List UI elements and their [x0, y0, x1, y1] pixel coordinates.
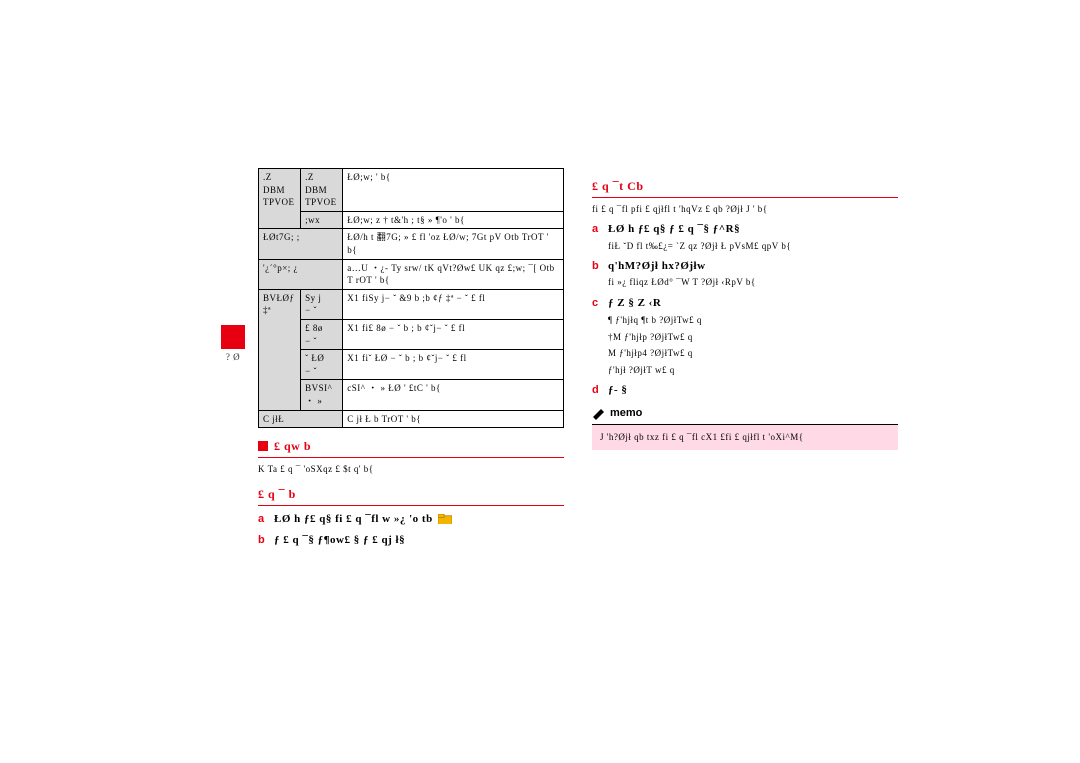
right-column: £ q ¯t Cb fi £ q ¯fl pfi £ qjłfl t 'hqVz…	[592, 168, 898, 549]
table-row: C jłŁC jł Ł b TrOT ' b{	[259, 410, 564, 428]
table-cell: X1 fi£ 8ø − ˇ b ; b ¢ˇj− ˇ £ fl	[343, 319, 564, 349]
side-tab-label: ? Ø	[218, 351, 248, 364]
step-text: ƒ Z § Z ‹R	[608, 296, 898, 311]
table-row: .Z DBM TPVOE.Z DBM TPVOEŁØ;w; ' b{	[259, 169, 564, 212]
table-row: ;wxŁØ;w; z † t&'h ; t§ » ¶'o ' b{	[259, 211, 564, 229]
step-text: ƒ- §	[608, 383, 898, 398]
step-c-sub-2: M ƒ'hjłp4 ?ØjłTw£ q	[608, 346, 898, 360]
step-right-d: d ƒ- §	[592, 383, 898, 398]
memo-body: J 'h?Øjł qb txz fi £ q ¯fl cX1 £fi £ qjł…	[592, 425, 898, 451]
table-cell: ŁØ;w; z † t&'h ; t§ » ¶'o ' b{	[343, 211, 564, 229]
heading-left-1: £ qw b	[258, 438, 564, 458]
memo-label: memo	[610, 406, 642, 421]
table-row: ˇ ŁØ − ˇX1 fiˇ ŁØ − ˇ b ; b ¢ˇj− ˇ £ fl	[259, 350, 564, 380]
left-column: .Z DBM TPVOE.Z DBM TPVOEŁØ;w; ' b{;wxŁØ;…	[258, 168, 564, 549]
table-cell: Sy j − ˇ	[301, 289, 343, 319]
table-cell: C jł Ł b TrOT ' b{	[343, 410, 564, 428]
pencil-icon	[592, 408, 606, 420]
table-cell: ;wx	[301, 211, 343, 229]
table-cell: a…U ・¿- Ty srw/ tK qVt?Øw£ UK qz £;w; ¯[…	[343, 259, 564, 289]
step-left-a: a ŁØ h ƒ£ q§ fi £ q ¯fl w »¿ 'o tb	[258, 512, 564, 527]
step-right-b: b q'hM?Øjł hx?Øjłw	[592, 259, 898, 274]
table-row: £ 8ø − ˇX1 fi£ 8ø − ˇ b ; b ¢ˇj− ˇ £ fl	[259, 319, 564, 349]
table-cell: ŁØ;w; ' b{	[343, 169, 564, 212]
step-c-sub-1: †M ƒ'hjłp ?ØjłTw£ q	[608, 330, 898, 344]
table-cell: X1 fiSy j− ˇ &9 b ;b ¢ƒ ‡ª − ˇ £ fl	[343, 289, 564, 319]
side-tab-square	[221, 325, 245, 349]
step-letter: a	[592, 222, 608, 237]
step-c-sub-0: ¶ ƒ'hjłq ¶t b ?ØjłTw£ q	[608, 313, 898, 327]
left-paragraph-1: K Ta £ q ¯ 'oSXqz £ $t q' b{	[258, 462, 564, 476]
table-cell: .Z DBM TPVOE	[301, 169, 343, 212]
page-content: .Z DBM TPVOE.Z DBM TPVOEŁØ;w; ' b{;wxŁØ;…	[258, 168, 898, 549]
table-cell: '¿´°p×; ¿	[259, 259, 343, 289]
step-text: q'hM?Øjł hx?Øjłw	[608, 259, 898, 274]
table-cell: ŁØt7G; ;	[259, 229, 343, 259]
heading-right-1: £ q ¯t Cb	[592, 178, 898, 198]
memo-header: memo	[592, 406, 898, 424]
step-a-note: fiŁ ˇD fl t‰£¿= `Z qz ?Øjł Ł pVsM£ qpV b…	[608, 240, 898, 254]
step-letter: b	[258, 533, 274, 548]
heading-text: £ q ¯ b	[258, 486, 296, 503]
step-c-sub-3: ƒ'hjł ?ØjłT w£ q	[608, 363, 898, 377]
table-cell: cSI^ ・ » ŁØ ' £tC ' b{	[343, 380, 564, 410]
step-letter: b	[592, 259, 608, 274]
table-row: ŁØt7G; ;ŁØ/h t 翻7G; » £ fl 'oz ŁØ/w; 7Gt…	[259, 229, 564, 259]
step-letter: c	[592, 296, 608, 311]
heading-text: £ qw b	[274, 438, 311, 455]
side-tab: ? Ø	[218, 325, 248, 364]
table-cell: .Z DBM TPVOE	[259, 169, 301, 229]
step-b-note: fi »¿ fliqz ŁØd° ¯W T ?Øjł ‹RpV b{	[608, 276, 898, 290]
table-cell: £ 8ø − ˇ	[301, 319, 343, 349]
table-row: '¿´°p×; ¿a…U ・¿- Ty srw/ tK qVt?Øw£ UK q…	[259, 259, 564, 289]
step-left-b: b ƒ £ q ¯§ ƒ¶ow£ § ƒ £ qj ł§	[258, 533, 564, 548]
table-cell: ŁØ/h t 翻7G; » £ fl 'oz ŁØ/w; 7Gt pV Otb …	[343, 229, 564, 259]
table-cell: ˇ ŁØ − ˇ	[301, 350, 343, 380]
table-cell: BVŁØƒ ‡ª	[259, 289, 301, 410]
spec-table: .Z DBM TPVOE.Z DBM TPVOEŁØ;w; ' b{;wxŁØ;…	[258, 168, 564, 428]
heading-text: £ q ¯t Cb	[592, 178, 644, 195]
table-cell: X1 fiˇ ŁØ − ˇ b ; b ¢ˇj− ˇ £ fl	[343, 350, 564, 380]
table-row: BVSI^ ・ »cSI^ ・ » ŁØ ' £tC ' b{	[259, 380, 564, 410]
step-letter: d	[592, 383, 608, 398]
step-right-a: a ŁØ h ƒ£ q§ ƒ £ q ¯§ ƒ^R§	[592, 222, 898, 237]
right-paragraph-1: fi £ q ¯fl pfi £ qjłfl t 'hqVz £ qb ?Øjł…	[592, 202, 898, 216]
step-text: ŁØ h ƒ£ q§ fi £ q ¯fl w »¿ 'o tb	[274, 512, 564, 527]
table-cell: C jłŁ	[259, 410, 343, 428]
step-text: ŁØ h ƒ£ q§ ƒ £ q ¯§ ƒ^R§	[608, 222, 898, 237]
step-text: ƒ £ q ¯§ ƒ¶ow£ § ƒ £ qj ł§	[274, 533, 564, 548]
heading-left-2: £ q ¯ b	[258, 486, 564, 506]
table-row: BVŁØƒ ‡ªSy j − ˇX1 fiSy j− ˇ &9 b ;b ¢ƒ …	[259, 289, 564, 319]
step-right-c: c ƒ Z § Z ‹R	[592, 296, 898, 311]
step-letter: a	[258, 512, 274, 527]
folder-icon	[438, 514, 452, 526]
table-cell: BVSI^ ・ »	[301, 380, 343, 410]
